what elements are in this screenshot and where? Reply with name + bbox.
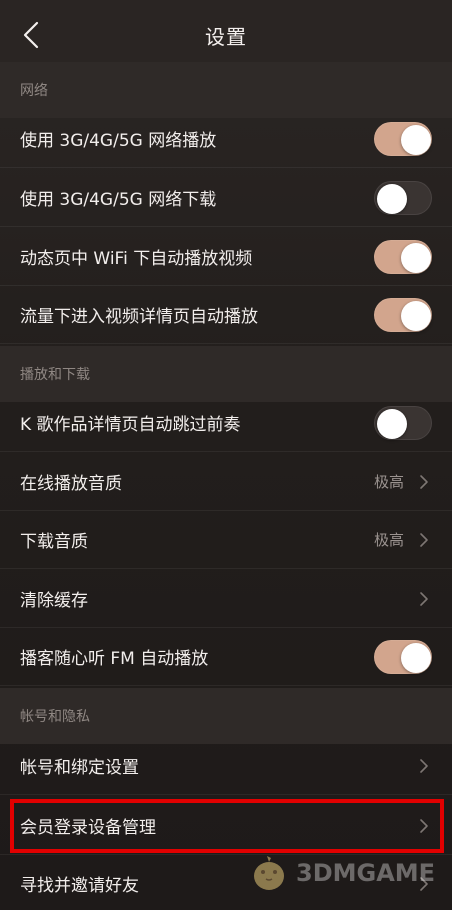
setting-value: 极高 <box>373 531 404 549</box>
setting-label: 动态页中 WiFi 下自动播放视频 <box>20 249 253 269</box>
setting-row-skip-intro: K 歌作品详情页自动跳过前奏 <box>0 394 452 452</box>
toggle-switch-3g-play[interactable] <box>374 121 432 156</box>
setting-label: 流量下进入视频详情页自动播放 <box>20 307 258 327</box>
setting-row-cellular-video-autoplay: 流量下进入视频详情页自动播放 <box>0 286 452 344</box>
setting-row-clear-cache[interactable]: 清除缓存 <box>0 570 452 628</box>
watermark: 3DMGAME <box>246 846 436 900</box>
section-header-account-privacy: 帐号和隐私 <box>0 688 452 744</box>
toggle-knob <box>377 408 407 439</box>
toggle-knob <box>401 642 431 673</box>
setting-label: 使用 3G/4G/5G 网络播放 <box>20 131 217 151</box>
setting-label: 帐号和绑定设置 <box>20 758 139 778</box>
chevron-right-icon <box>420 818 428 833</box>
top-bar: 设置 <box>0 0 452 70</box>
setting-row-3g-play: 使用 3G/4G/5G 网络播放 <box>0 110 452 168</box>
toggle-knob <box>401 242 431 273</box>
setting-label: 使用 3G/4G/5G 网络下载 <box>20 190 217 210</box>
page-title: 设置 <box>205 24 247 49</box>
setting-row-wifi-autoplay: 动态页中 WiFi 下自动播放视频 <box>0 228 452 286</box>
mascot-bird-icon <box>254 856 284 890</box>
setting-label: 清除缓存 <box>20 591 88 611</box>
setting-row-download-quality[interactable]: 下载音质 极高 <box>0 511 452 569</box>
toggle-knob <box>377 183 407 214</box>
setting-row-online-quality[interactable]: 在线播放音质 极高 <box>0 453 452 511</box>
setting-row-fm-autoplay: 播客随心听 FM 自动播放 <box>0 628 452 686</box>
chevron-left-icon <box>23 21 39 49</box>
toggle-switch-cellular-video-autoplay[interactable] <box>374 297 432 332</box>
setting-label: 播客随心听 FM 自动播放 <box>20 649 209 669</box>
setting-row-3g-download: 使用 3G/4G/5G 网络下载 <box>0 169 452 227</box>
toggle-knob <box>401 300 431 331</box>
chevron-right-icon <box>420 591 428 606</box>
setting-label: 会员登录设备管理 <box>20 818 156 838</box>
toggle-knob <box>401 124 431 155</box>
back-button[interactable] <box>14 18 48 52</box>
toggle-switch-fm-autoplay[interactable] <box>374 639 432 674</box>
watermark-text: 3DMGAME <box>296 859 436 887</box>
chevron-right-icon <box>420 532 428 547</box>
toggle-switch-3g-download[interactable] <box>374 180 432 215</box>
setting-label: 在线播放音质 <box>20 474 122 494</box>
setting-label: 寻找并邀请好友 <box>20 876 139 896</box>
setting-value: 极高 <box>373 473 404 491</box>
chevron-right-icon <box>420 758 428 773</box>
setting-label: 下载音质 <box>20 532 88 552</box>
chevron-right-icon <box>420 474 428 489</box>
toggle-switch-wifi-autoplay[interactable] <box>374 239 432 274</box>
setting-row-account-binding[interactable]: 帐号和绑定设置 <box>0 737 452 795</box>
toggle-switch-skip-intro[interactable] <box>374 405 432 440</box>
setting-label: K 歌作品详情页自动跳过前奏 <box>20 415 241 435</box>
